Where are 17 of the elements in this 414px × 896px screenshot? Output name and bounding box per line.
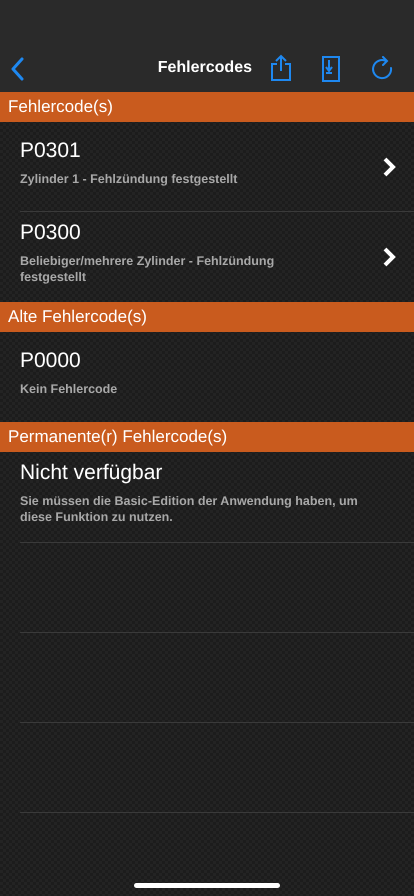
- code-title: Nicht verfügbar: [20, 460, 164, 486]
- section-header: Alte Fehlercode(s): [0, 302, 414, 332]
- code-description: Sie müssen die Basic-Edition der Anwendung haben, um diese Funktion zu nutzen.: [20, 492, 359, 525]
- code-title: P0300: [20, 220, 82, 246]
- code-description: Beliebiger/mehrere Zylinder - Fehlzündung festgestellt: [20, 252, 276, 285]
- screen-title: Fehlercodes: [158, 58, 252, 78]
- code-description: Zylinder 1 - Fehlzündung festgestellt: [20, 170, 238, 187]
- code-title: P0000: [20, 348, 82, 374]
- share-icon[interactable]: [270, 54, 294, 82]
- refresh-icon[interactable]: [372, 56, 394, 82]
- download-document-icon[interactable]: [322, 56, 342, 82]
- section-header: Fehlercode(s): [0, 92, 414, 122]
- code-row[interactable]: P0300 Beliebiger/mehrere Zylinder - Fehlzündung festgestellt: [0, 212, 414, 302]
- code-title: P0301: [20, 138, 82, 164]
- section-header: Permanente(r) Fehlercode(s): [0, 422, 414, 452]
- code-row[interactable]: P0301 Zylinder 1 - Fehlzündung festgestellt: [0, 122, 414, 212]
- code-description: Kein Fehlercode: [20, 380, 118, 397]
